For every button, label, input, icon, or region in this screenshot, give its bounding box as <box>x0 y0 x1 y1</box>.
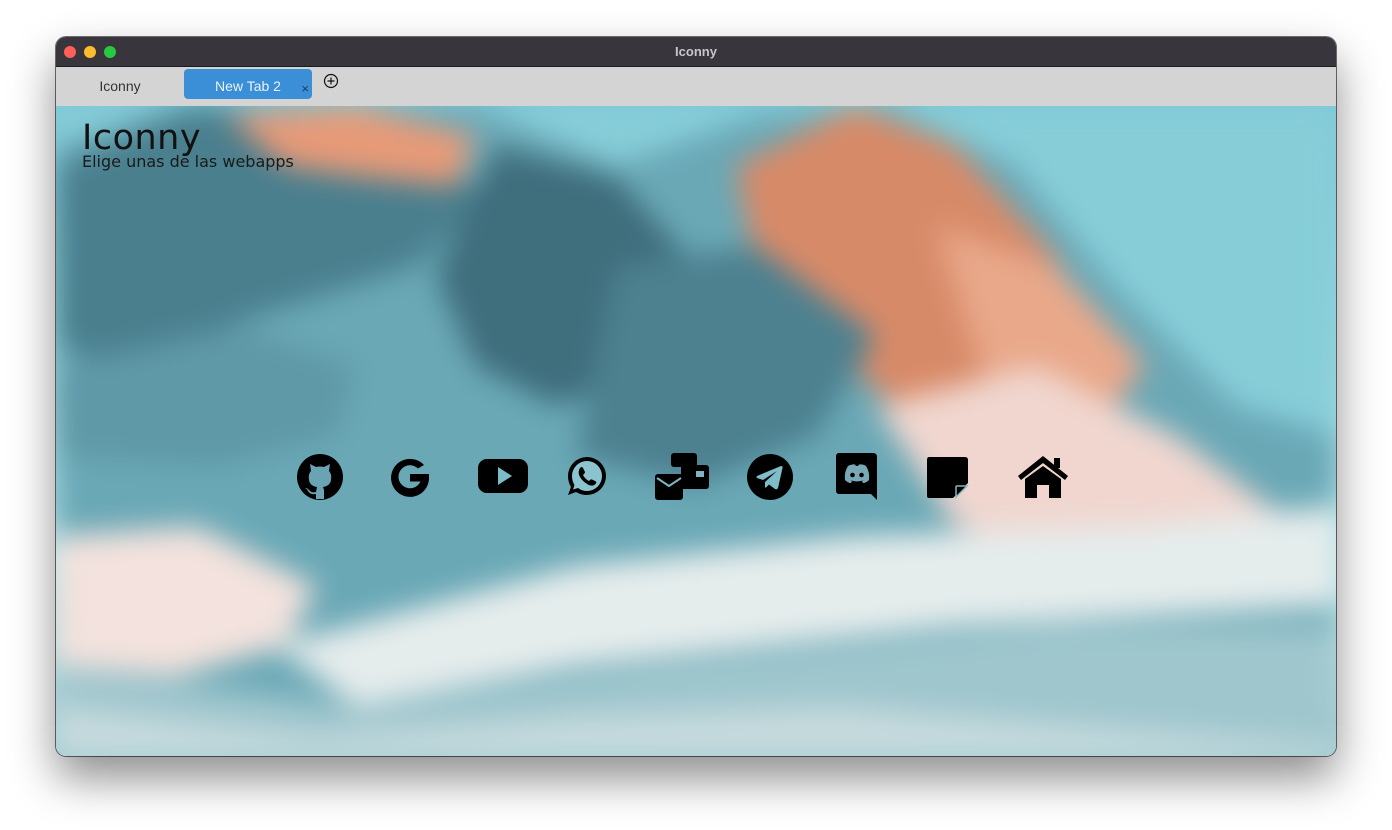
mail-messages-icon[interactable] <box>654 452 710 502</box>
page-content: Iconny Elige unas de las webapps <box>56 106 1336 756</box>
tab-new-tab-2[interactable]: New Tab 2 × <box>184 69 312 99</box>
tab-label: New Tab 2 <box>215 78 281 94</box>
title-bar[interactable]: Iconny <box>56 37 1336 67</box>
tab-label: Iconny <box>99 78 141 94</box>
add-tab-icon[interactable] <box>323 73 339 89</box>
window-title: Iconny <box>675 44 717 59</box>
mountain-background-image <box>56 106 1336 756</box>
discord-icon[interactable] <box>835 452 879 502</box>
home-icon[interactable] <box>1015 454 1071 500</box>
close-tab-icon[interactable]: × <box>301 74 309 104</box>
page-subtitle: Elige unas de las webapps <box>82 152 294 171</box>
app-window: Iconny Iconny New Tab 2 × Iconny Elige u… <box>56 37 1336 756</box>
google-icon[interactable] <box>386 453 434 501</box>
tab-bar: Iconny New Tab 2 × <box>56 67 1336 106</box>
youtube-icon[interactable] <box>477 456 529 496</box>
sticky-note-icon[interactable] <box>926 456 970 500</box>
whatsapp-icon[interactable] <box>565 454 609 498</box>
github-icon[interactable] <box>296 453 344 501</box>
telegram-icon[interactable] <box>746 453 794 501</box>
tab-iconny[interactable]: Iconny <box>64 69 176 99</box>
